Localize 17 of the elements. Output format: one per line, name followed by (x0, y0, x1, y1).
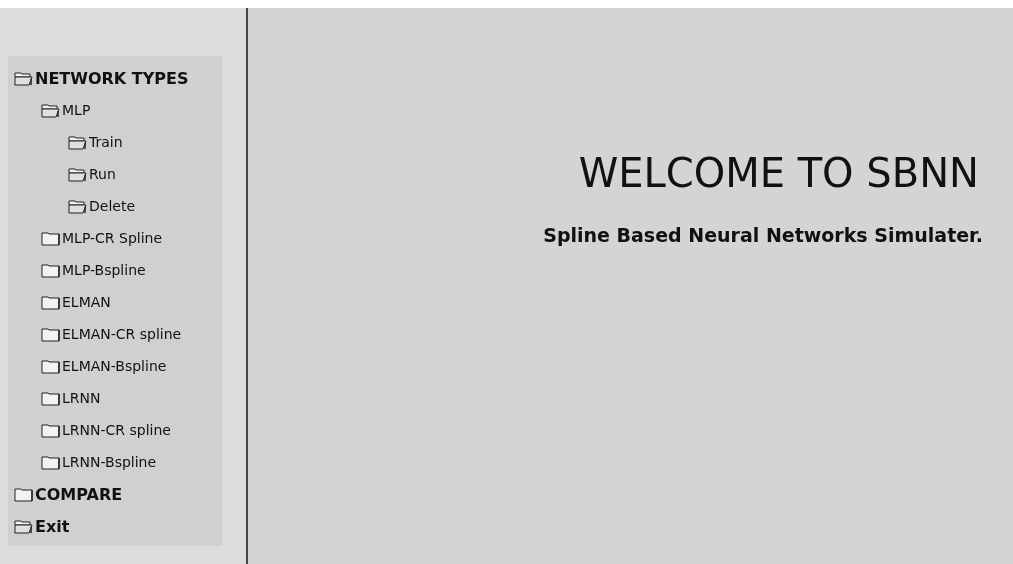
tree-item[interactable]: MLP (62, 102, 91, 118)
tree-item[interactable]: LRNN-Bspline (62, 454, 157, 470)
tree-item[interactable]: ELMAN (62, 294, 111, 310)
tree-item[interactable]: COMPARE (35, 484, 123, 504)
tree-item[interactable]: Train (89, 134, 123, 150)
tree-item[interactable]: MLP-CR Spline (62, 230, 163, 246)
tree-item[interactable]: LRNN (62, 390, 101, 406)
tree-item[interactable]: Run (89, 166, 116, 182)
welcome-title: WELCOME TO SBNN (578, 150, 979, 196)
tree-item[interactable]: ELMAN-Bspline (62, 358, 167, 374)
tree-item[interactable]: NETWORK TYPES (35, 68, 189, 88)
tree-item[interactable]: ELMAN-CR spline (62, 326, 182, 342)
tree-item[interactable]: MLP-Bspline (62, 262, 146, 278)
tree-item[interactable]: Delete (89, 198, 135, 214)
tree-item[interactable]: LRNN-CR spline (62, 422, 171, 438)
tree-item[interactable]: Exit (35, 516, 70, 536)
subtitle: Spline Based Neural Networks Simulater. (543, 224, 983, 246)
